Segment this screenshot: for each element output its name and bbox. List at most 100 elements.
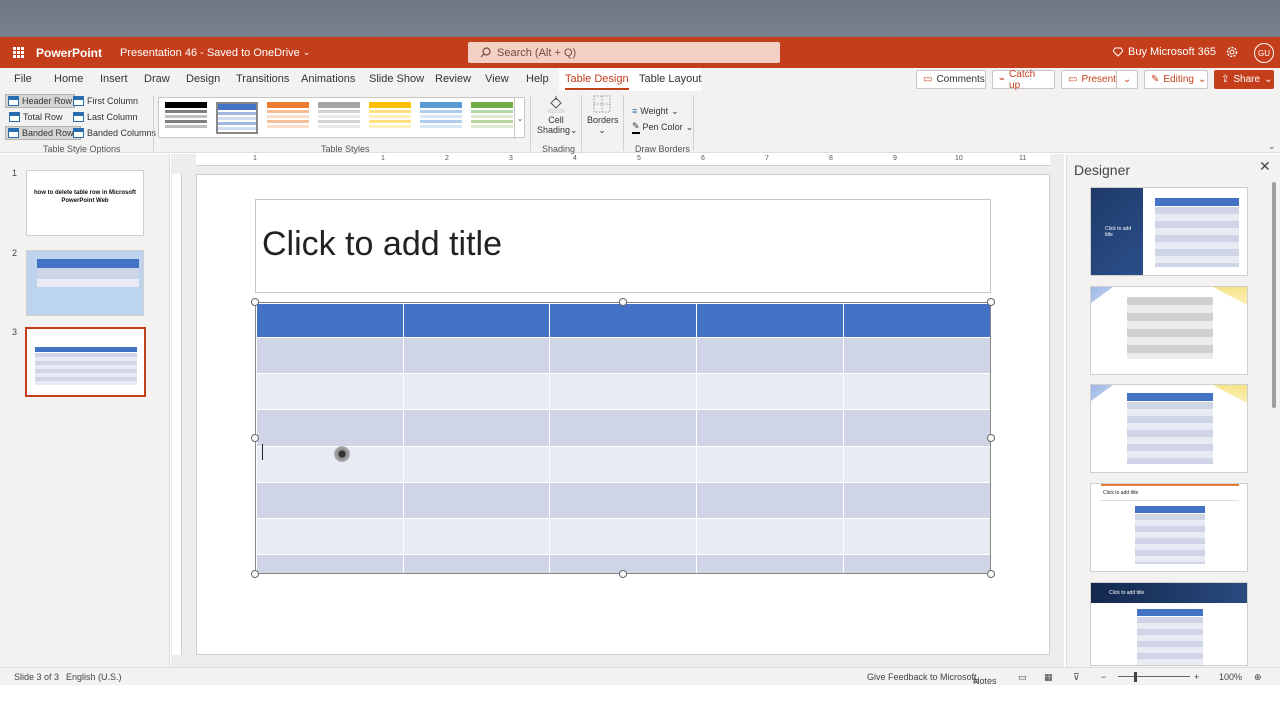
table-row[interactable] <box>256 409 990 447</box>
table-cell[interactable] <box>696 409 844 447</box>
table-cell[interactable] <box>256 481 404 519</box>
catch-up-button[interactable]: ⌁ Catch up <box>992 69 1055 91</box>
table-cell[interactable] <box>842 373 990 410</box>
resize-handle[interactable] <box>251 298 259 306</box>
zoom-in-icon[interactable]: + <box>1194 672 1199 682</box>
table-cell[interactable] <box>402 518 550 555</box>
table-style-swatch[interactable] <box>318 102 360 134</box>
table-cell[interactable] <box>549 518 697 555</box>
table-style-swatch[interactable] <box>369 102 411 134</box>
slide-table[interactable] <box>255 302 991 574</box>
slide-thumbnail-2[interactable] <box>26 250 144 316</box>
close-icon[interactable]: ✕ <box>1259 158 1271 175</box>
table-style-swatch[interactable] <box>165 102 207 134</box>
present-button[interactable]: ▭ Present <box>1061 70 1117 89</box>
table-cell[interactable] <box>696 554 844 573</box>
designer-scrollbar[interactable] <box>1272 182 1276 408</box>
share-button[interactable]: ⇪ Share ⌄ <box>1214 70 1274 89</box>
zoom-level[interactable]: 100% <box>1219 672 1242 682</box>
tab-animations[interactable]: Animations <box>301 73 355 85</box>
table-cell[interactable] <box>402 409 550 447</box>
resize-handle[interactable] <box>619 570 627 578</box>
table-cell[interactable] <box>402 481 550 519</box>
design-idea-5[interactable]: Click to add title <box>1090 582 1248 666</box>
table-style-swatch[interactable] <box>420 102 462 134</box>
table-cell[interactable] <box>549 409 697 447</box>
document-title[interactable]: Presentation 46 - Saved to OneDrive <box>120 47 300 59</box>
resize-handle[interactable] <box>987 570 995 578</box>
table-cell[interactable] <box>549 445 697 483</box>
table-cell[interactable] <box>256 336 404 374</box>
table-cell[interactable] <box>842 303 990 338</box>
gallery-more-button[interactable]: ⌄ <box>514 98 525 139</box>
slide-sorter-icon[interactable]: ▦ <box>1044 672 1053 683</box>
table-cell[interactable] <box>549 373 697 410</box>
table-cell[interactable] <box>842 481 990 519</box>
app-launcher-icon[interactable] <box>0 37 36 68</box>
borders-button[interactable]: Borders ⌄ <box>587 95 619 136</box>
resize-handle[interactable] <box>251 570 259 578</box>
fit-to-window-icon[interactable]: ⊕ <box>1254 672 1262 683</box>
tab-insert[interactable]: Insert <box>100 73 128 85</box>
tab-slide-show[interactable]: Slide Show <box>369 73 424 85</box>
banded-rows-checkbox[interactable]: Banded Rows <box>5 126 82 140</box>
table-cell[interactable] <box>256 554 404 573</box>
slide-thumbnail-1[interactable]: how to delete table row in Microsoft Pow… <box>26 170 144 236</box>
editing-mode-button[interactable]: ✎ Editing ⌄ <box>1144 70 1208 89</box>
table-cell[interactable] <box>696 518 844 555</box>
design-idea-2[interactable] <box>1090 286 1248 375</box>
feedback-link[interactable]: Give Feedback to Microsoft <box>867 672 977 682</box>
reading-view-icon[interactable]: ⊽ <box>1073 672 1080 683</box>
comments-button[interactable]: ▭ Comments <box>916 70 986 89</box>
table-cell[interactable] <box>402 303 550 338</box>
table-header-row[interactable] <box>256 303 990 338</box>
table-cell[interactable] <box>842 409 990 447</box>
header-row-checkbox[interactable]: Header Row <box>5 94 76 108</box>
table-style-swatch[interactable] <box>216 102 258 134</box>
table-cell[interactable] <box>549 481 697 519</box>
chevron-down-icon[interactable]: ⌄ <box>303 47 311 58</box>
table-style-swatch[interactable] <box>471 102 513 134</box>
tab-draw[interactable]: Draw <box>144 73 170 85</box>
banded-columns-checkbox[interactable]: Banded Columns <box>71 126 158 140</box>
table-cell[interactable] <box>256 518 404 555</box>
total-row-checkbox[interactable]: Total Row <box>7 110 65 124</box>
table-row[interactable] <box>256 445 990 483</box>
table-cell[interactable] <box>256 303 404 338</box>
buy-microsoft-365-link[interactable]: Buy Microsoft 365 <box>1113 46 1216 58</box>
table-cell[interactable] <box>696 336 844 374</box>
tab-help[interactable]: Help <box>526 73 549 85</box>
table-cell[interactable] <box>402 445 550 483</box>
table-cell[interactable] <box>842 336 990 374</box>
last-column-checkbox[interactable]: Last Column <box>71 110 140 124</box>
table-cell[interactable] <box>256 445 404 483</box>
tab-review[interactable]: Review <box>435 73 471 85</box>
tab-file[interactable]: File <box>14 73 32 85</box>
table-cell[interactable] <box>549 303 697 338</box>
table-row[interactable] <box>256 373 990 410</box>
present-options-button[interactable]: ⌄ <box>1116 70 1138 89</box>
table-cell[interactable] <box>842 445 990 483</box>
table-row[interactable] <box>256 336 990 374</box>
tab-table-design[interactable]: Table Design <box>565 73 629 90</box>
table-cell[interactable] <box>256 409 404 447</box>
resize-handle[interactable] <box>619 298 627 306</box>
resize-handle[interactable] <box>987 434 995 442</box>
avatar[interactable]: GU <box>1254 43 1274 63</box>
normal-view-icon[interactable]: ▭ <box>1018 672 1027 683</box>
cell-shading-button[interactable]: Cell Shading⌄ <box>537 95 578 136</box>
tab-design[interactable]: Design <box>186 73 220 85</box>
table-row[interactable] <box>256 481 990 519</box>
table-cell[interactable] <box>402 373 550 410</box>
table-cell[interactable] <box>402 554 550 573</box>
table-cell[interactable] <box>402 336 550 374</box>
collapse-ribbon-icon[interactable]: ⌄ <box>1268 141 1276 152</box>
tab-table-layout[interactable]: Table Layout <box>639 73 701 85</box>
design-idea-3[interactable] <box>1090 384 1248 473</box>
table-cell[interactable] <box>842 518 990 555</box>
tab-view[interactable]: View <box>485 73 509 85</box>
table-cell[interactable] <box>842 554 990 573</box>
slide-thumbnail-3[interactable] <box>25 327 146 397</box>
table-row[interactable] <box>256 518 990 555</box>
first-column-checkbox[interactable]: First Column <box>71 94 140 108</box>
